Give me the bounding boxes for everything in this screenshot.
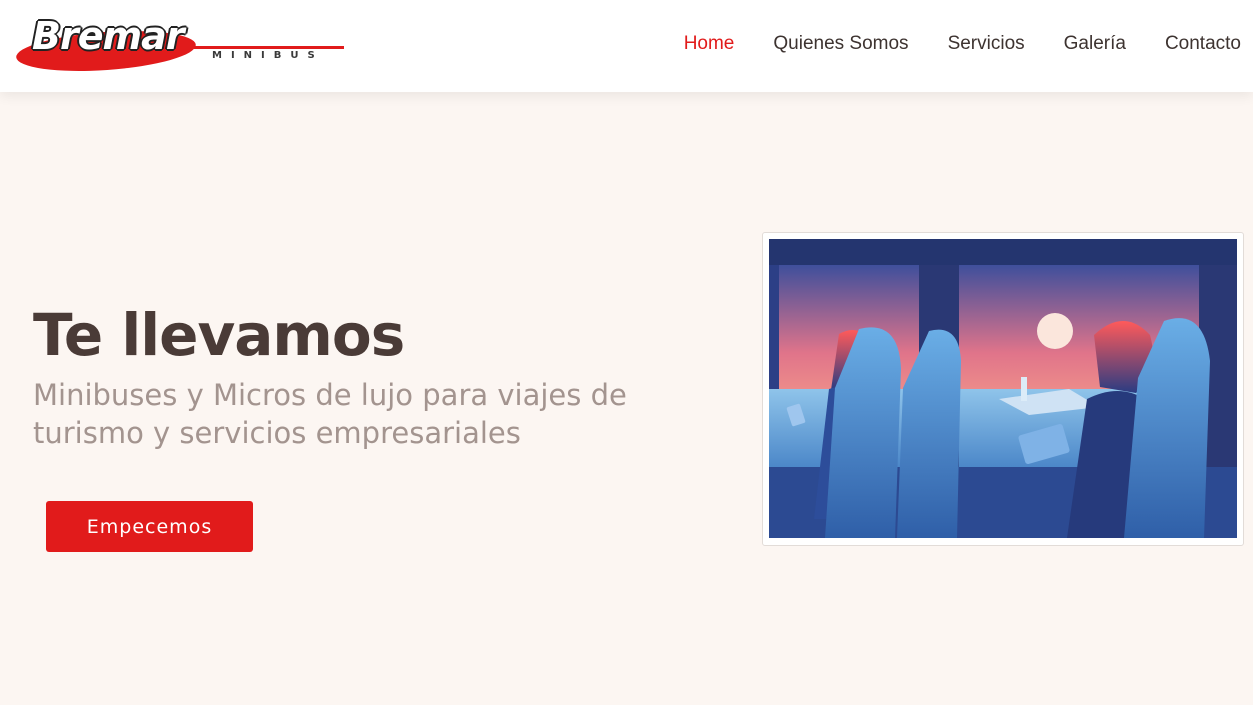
nav-link-galeria[interactable]: Galería <box>1064 33 1126 55</box>
logo-tagline: MINIBUS <box>212 50 324 61</box>
empecemos-button[interactable]: Empecemos <box>46 501 253 552</box>
nav-link-quienes-somos[interactable]: Quienes Somos <box>773 33 908 55</box>
hero-subtitle: Minibuses y Micros de lujo para viajes d… <box>33 378 627 450</box>
bus-interior-illustration <box>769 239 1237 538</box>
main-nav: Home Quienes Somos Servicios Galería Con… <box>645 33 1241 55</box>
nav-link-contacto[interactable]: Contacto <box>1165 33 1241 55</box>
nav-link-home[interactable]: Home <box>684 33 735 55</box>
top-navbar: Bremar MINIBUS Home Quienes Somos Servic… <box>0 0 1253 92</box>
nav-link-servicios[interactable]: Servicios <box>948 33 1025 55</box>
hero-illustration-frame <box>762 232 1244 546</box>
hero-title: Te llevamos <box>33 300 405 369</box>
logo-wordmark: Bremar <box>32 14 184 58</box>
bremar-logo[interactable]: Bremar MINIBUS <box>14 14 349 77</box>
logo-red-line <box>164 46 344 49</box>
